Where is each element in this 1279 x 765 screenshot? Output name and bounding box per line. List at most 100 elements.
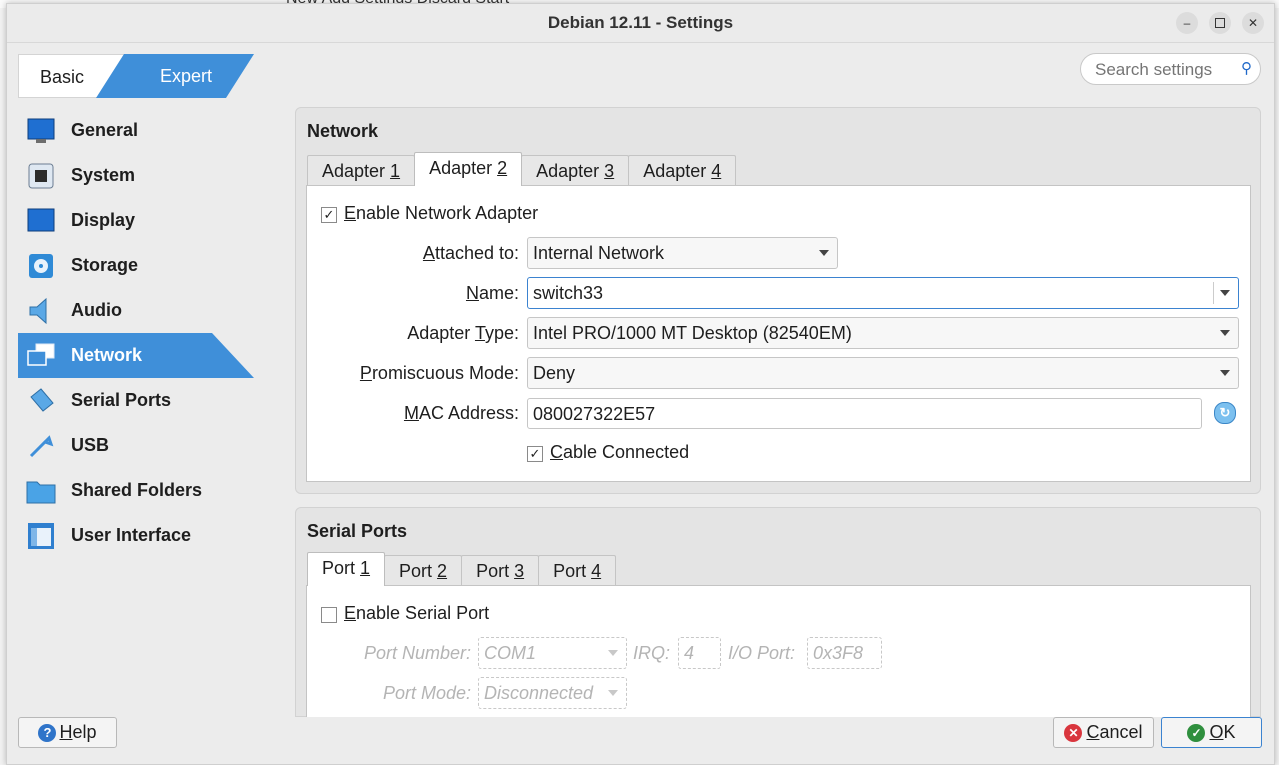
sidebar-item-display[interactable]: Display — [18, 198, 258, 243]
label-text: able Connected — [563, 442, 690, 462]
adapter-type-select[interactable]: Intel PRO/1000 MT Desktop (82540EM) — [527, 317, 1239, 349]
mac-address-label: MAC Address: — [307, 403, 519, 424]
disk-icon — [26, 252, 56, 280]
network-section: Network Adapter 1 Adapter 2 Adapter 3 Ad… — [295, 107, 1261, 494]
mac-address-value: 080027322E57 — [533, 404, 656, 424]
minimize-button[interactable]: – — [1176, 12, 1198, 34]
mode-switch: Basic Expert — [18, 54, 254, 98]
promiscuous-mode-value: Deny — [533, 363, 576, 383]
label-text: nable Network Adapter — [356, 203, 539, 223]
port-number-label: Port Number: — [363, 643, 471, 663]
sidebar-item-label: User Interface — [71, 525, 192, 545]
mnemonic: O — [1209, 722, 1224, 742]
tab-key: 3 — [514, 561, 525, 581]
section-title: Network — [307, 121, 379, 141]
cancel-button[interactable]: ✕ Cancel — [1053, 717, 1154, 748]
tab-label: Adapter — [643, 161, 712, 181]
attached-to-label: Attached to: — [307, 243, 519, 264]
network-icon — [26, 342, 56, 370]
sidebar-item-label: General — [71, 120, 139, 140]
sidebar-item-system[interactable]: System — [18, 153, 258, 198]
sidebar-item-serial-ports[interactable]: Serial Ports — [18, 378, 258, 423]
sidebar-item-label: USB — [71, 435, 110, 455]
search-settings[interactable]: ⚲ — [1080, 53, 1261, 85]
enable-serial-port-checkbox[interactable] — [321, 607, 337, 623]
network-adapter-tabs: Adapter 1 Adapter 2 Adapter 3 Adapter 4 — [307, 152, 737, 186]
close-icon: ✕ — [1247, 16, 1259, 30]
chevron-down-icon — [1220, 330, 1230, 336]
port-number-value: COM1 — [484, 643, 537, 663]
attached-to-select[interactable]: Internal Network — [527, 237, 838, 269]
help-icon: ? — [38, 723, 57, 742]
settings-window: Debian 12.11 - Settings – ✕ Basic Expert… — [6, 3, 1275, 765]
name-label: Name: — [307, 283, 519, 304]
label-text: AC Address: — [418, 403, 519, 423]
sidebar-item-user-interface[interactable]: User Interface — [18, 513, 258, 558]
user-interface-icon — [26, 522, 56, 550]
enable-network-adapter-checkbox[interactable]: ✓ — [321, 207, 337, 223]
usb-icon — [26, 432, 56, 460]
ok-button[interactable]: ✓ OK — [1161, 717, 1262, 748]
tab-adapter-2[interactable]: Adapter 2 — [414, 152, 523, 186]
adapter-type-value: Intel PRO/1000 MT Desktop (82540EM) — [533, 323, 852, 343]
io-port-label: I/O Port: — [728, 643, 796, 663]
chevron-down-icon — [608, 650, 618, 656]
button-label: ancel — [1099, 722, 1143, 742]
irq-input[interactable]: 4 — [678, 637, 721, 669]
sidebar-item-label: Audio — [71, 300, 122, 320]
help-button[interactable]: ? Help — [18, 717, 117, 748]
speaker-icon — [26, 297, 56, 325]
port-number-select[interactable]: COM1 — [478, 637, 627, 669]
sidebar-item-audio[interactable]: Audio — [18, 288, 258, 333]
label-text: nable Serial Port — [356, 603, 490, 623]
sidebar-item-general[interactable]: General — [18, 108, 258, 153]
port-mode-select[interactable]: Disconnected — [478, 677, 627, 709]
io-port-input[interactable]: 0x3F8 — [807, 637, 882, 669]
tab-key: 4 — [591, 561, 602, 581]
tab-label: Port — [476, 561, 515, 581]
refresh-mac-icon[interactable]: ↻ — [1214, 402, 1236, 424]
tab-label: Port — [553, 561, 592, 581]
sidebar-item-label: Network — [71, 345, 143, 365]
sidebar: General System Display Storage Audio Net… — [18, 108, 258, 558]
maximize-button[interactable] — [1209, 12, 1231, 34]
sidebar-item-label: Storage — [71, 255, 139, 275]
attached-to-value: Internal Network — [533, 243, 665, 263]
sidebar-item-storage[interactable]: Storage — [18, 243, 258, 288]
tab-port-2[interactable]: Port 2 — [384, 555, 463, 586]
cable-connected-label[interactable]: Cable Connected — [550, 442, 689, 463]
chip-icon — [26, 162, 56, 190]
tab-adapter-3[interactable]: Adapter 3 — [521, 155, 630, 186]
mnemonic: P — [359, 363, 372, 383]
button-label: K — [1223, 722, 1236, 742]
tab-adapter-4[interactable]: Adapter 4 — [628, 155, 737, 186]
label-text: Adapter — [407, 323, 475, 343]
search-icon[interactable]: ⚲ — [1241, 59, 1252, 77]
port-mode-value: Disconnected — [484, 683, 594, 703]
tab-port-4[interactable]: Port 4 — [538, 555, 617, 586]
adapter-2-panel: ✓ Enable Network Adapter Attached to: In… — [306, 185, 1251, 482]
cable-connected-checkbox[interactable]: ✓ — [527, 446, 543, 462]
mnemonic: C — [1086, 722, 1100, 742]
search-input[interactable] — [1093, 58, 1237, 82]
general-icon — [26, 117, 56, 145]
tab-port-3[interactable]: Port 3 — [461, 555, 540, 586]
enable-network-adapter-label[interactable]: Enable Network Adapter — [344, 203, 538, 224]
tab-port-1[interactable]: Port 1 — [307, 552, 386, 586]
close-button[interactable]: ✕ — [1242, 12, 1264, 34]
chevron-down-icon — [608, 690, 618, 696]
mac-address-input[interactable]: 080027322E57 — [527, 398, 1202, 429]
enable-serial-port-label[interactable]: Enable Serial Port — [344, 603, 489, 624]
promiscuous-mode-select[interactable]: Deny — [527, 357, 1239, 389]
network-name-combobox[interactable]: switch33 — [527, 277, 1239, 309]
chevron-down-icon[interactable] — [1220, 290, 1230, 296]
sidebar-item-usb[interactable]: USB — [18, 423, 258, 468]
label-text: ype: — [484, 323, 519, 343]
chevron-down-icon — [819, 250, 829, 256]
sidebar-item-shared-folders[interactable]: Shared Folders — [18, 468, 258, 513]
sidebar-item-network[interactable]: Network — [18, 333, 254, 378]
network-name-value: switch33 — [533, 283, 604, 303]
window-title: Debian 12.11 - Settings — [547, 13, 734, 32]
tab-adapter-1[interactable]: Adapter 1 — [307, 155, 416, 186]
irq-label: IRQ: — [633, 643, 671, 663]
